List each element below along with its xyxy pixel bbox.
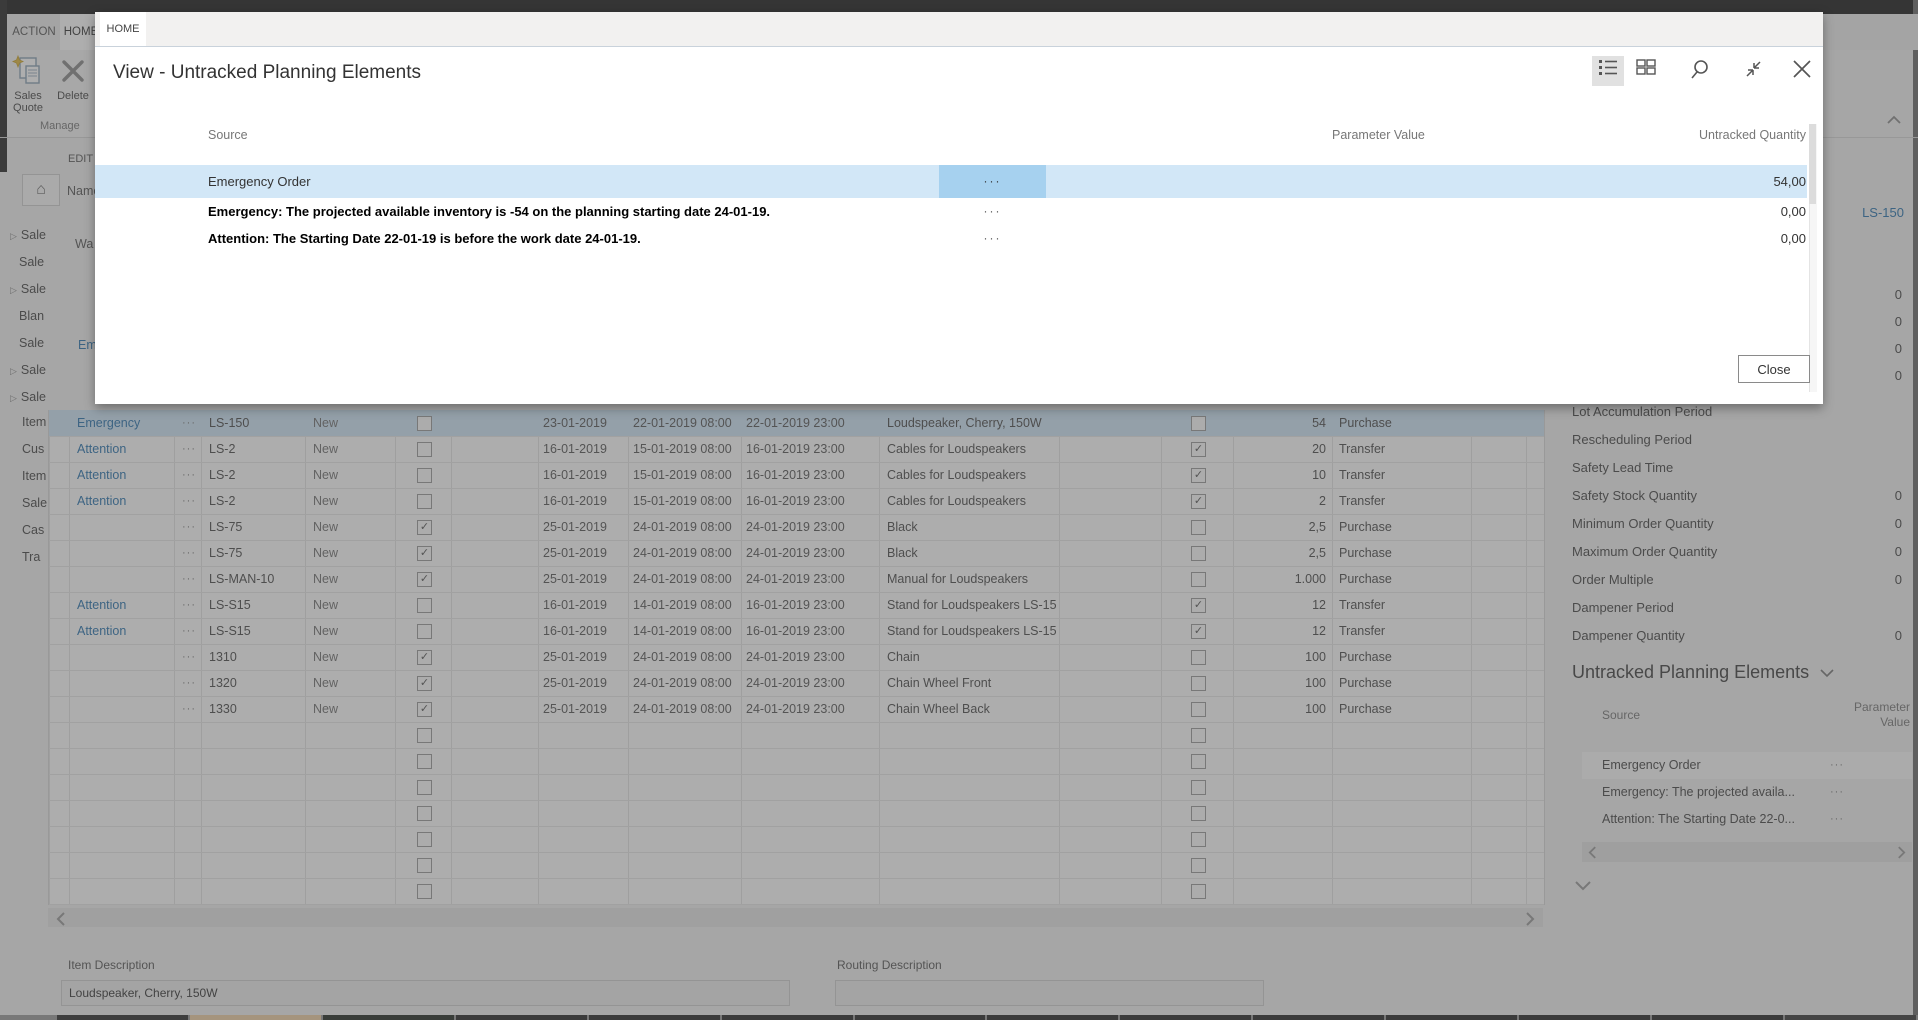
- dialog-col-parameter-value[interactable]: Parameter Value: [1332, 128, 1425, 142]
- view-list-icon[interactable]: [1592, 56, 1624, 86]
- assist-edit-button[interactable]: ···: [939, 225, 1046, 252]
- dialog-title: View - Untracked Planning Elements: [113, 62, 421, 84]
- dialog-scrollbar-thumb[interactable]: [1809, 124, 1816, 204]
- dialog-untracked-quantity-cell: 54,00: [1606, 165, 1806, 198]
- dialog-source-cell[interactable]: Attention: The Starting Date 22-01-19 is…: [208, 225, 928, 252]
- close-icon[interactable]: [1786, 56, 1818, 86]
- restore-size-icon[interactable]: [1738, 56, 1770, 86]
- close-button[interactable]: Close: [1738, 355, 1810, 383]
- dialog-col-untracked-quantity[interactable]: Untracked Quantity: [1606, 128, 1806, 142]
- dialog-source-cell[interactable]: Emergency Order: [208, 165, 928, 198]
- dialog-row[interactable]: Attention: The Starting Date 22-01-19 is…: [95, 225, 1807, 252]
- assist-edit-button[interactable]: ···: [939, 198, 1046, 225]
- dialog-tab-strip: HOME: [95, 12, 1823, 47]
- screen: ACTION HOME Sales Quote Delete Manage: [0, 0, 1918, 1020]
- search-icon[interactable]: [1684, 56, 1716, 86]
- view-tiles-icon[interactable]: [1630, 56, 1662, 86]
- untracked-planning-elements-dialog: HOME View - Untracked Planning Elements: [95, 12, 1823, 404]
- assist-edit-button[interactable]: ···: [939, 165, 1046, 198]
- dialog-row[interactable]: Emergency: The projected available inven…: [95, 198, 1807, 225]
- dialog-row[interactable]: Emergency Order ··· 54,00: [95, 165, 1807, 198]
- dialog-untracked-quantity-cell: 0,00: [1606, 198, 1806, 225]
- dialog-col-source[interactable]: Source: [208, 128, 248, 142]
- dialog-source-cell[interactable]: Emergency: The projected available inven…: [208, 198, 928, 225]
- dialog-tab-home[interactable]: HOME: [100, 12, 146, 46]
- dialog-untracked-quantity-cell: 0,00: [1606, 225, 1806, 252]
